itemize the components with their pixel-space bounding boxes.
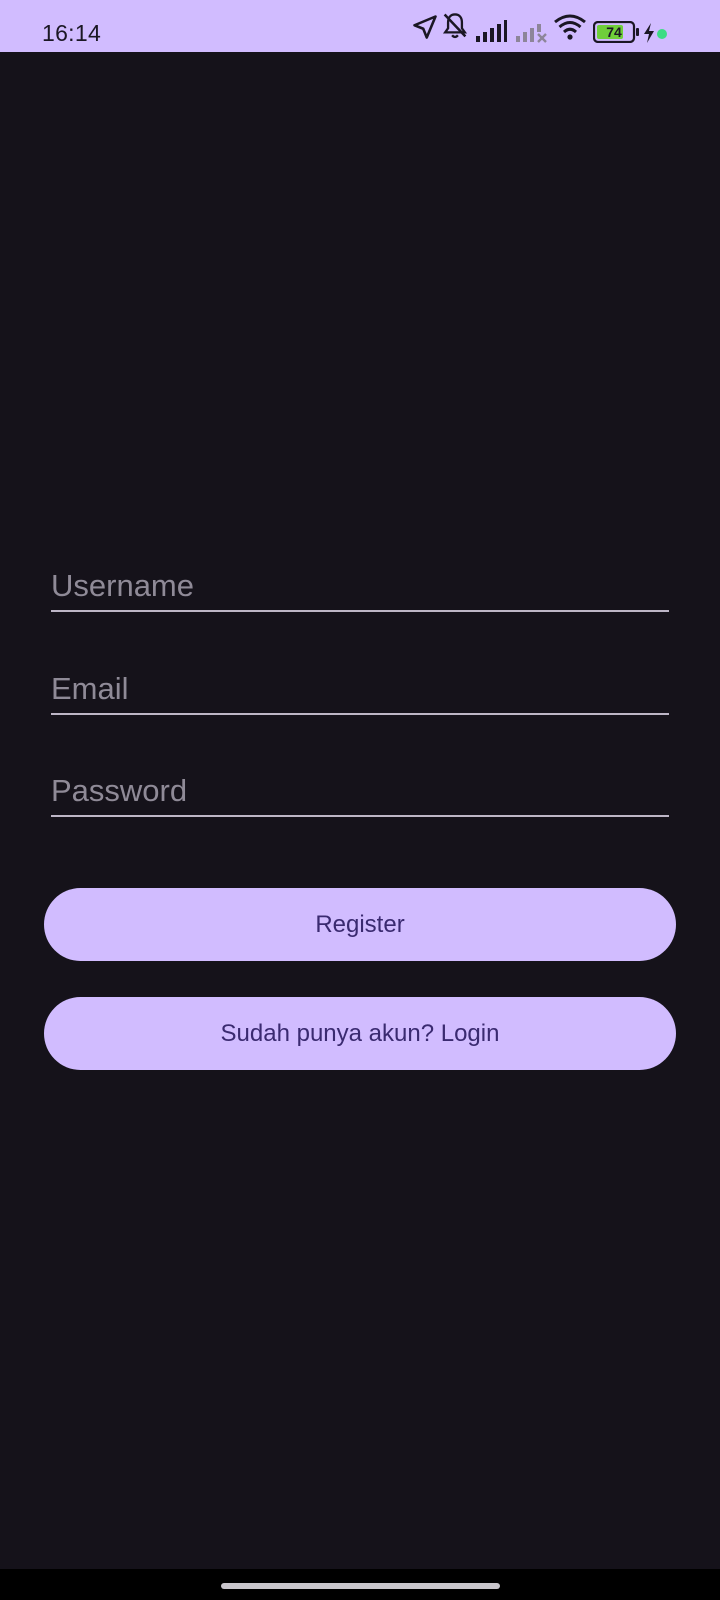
status-icons: 74	[400, 0, 720, 52]
password-input[interactable]	[51, 773, 669, 809]
register-screen: 16:14 74 Username Email Register Sudah p…	[0, 0, 720, 1600]
register-button[interactable]: Register	[44, 888, 676, 961]
login-button[interactable]: Sudah punya akun? Login	[44, 997, 676, 1070]
bell-off-icon	[442, 13, 468, 39]
signal-icon	[476, 20, 507, 42]
login-button-label: Sudah punya akun? Login	[220, 1019, 500, 1047]
email-input[interactable]	[51, 671, 669, 707]
signal-no-service-icon	[516, 24, 547, 43]
navigation-arrow-icon	[413, 15, 437, 39]
privacy-dot-icon	[657, 29, 667, 39]
battery-level: 74	[606, 24, 622, 40]
home-indicator[interactable]	[221, 1583, 500, 1589]
status-bar: 16:14 74	[0, 0, 720, 52]
register-button-label: Register	[315, 910, 405, 938]
email-field	[51, 665, 669, 715]
username-input[interactable]	[51, 568, 669, 604]
charging-bolt-icon	[644, 23, 654, 43]
status-time: 16:14	[42, 20, 102, 46]
password-field	[51, 767, 669, 817]
wifi-icon	[554, 14, 586, 40]
username-field	[51, 562, 669, 612]
